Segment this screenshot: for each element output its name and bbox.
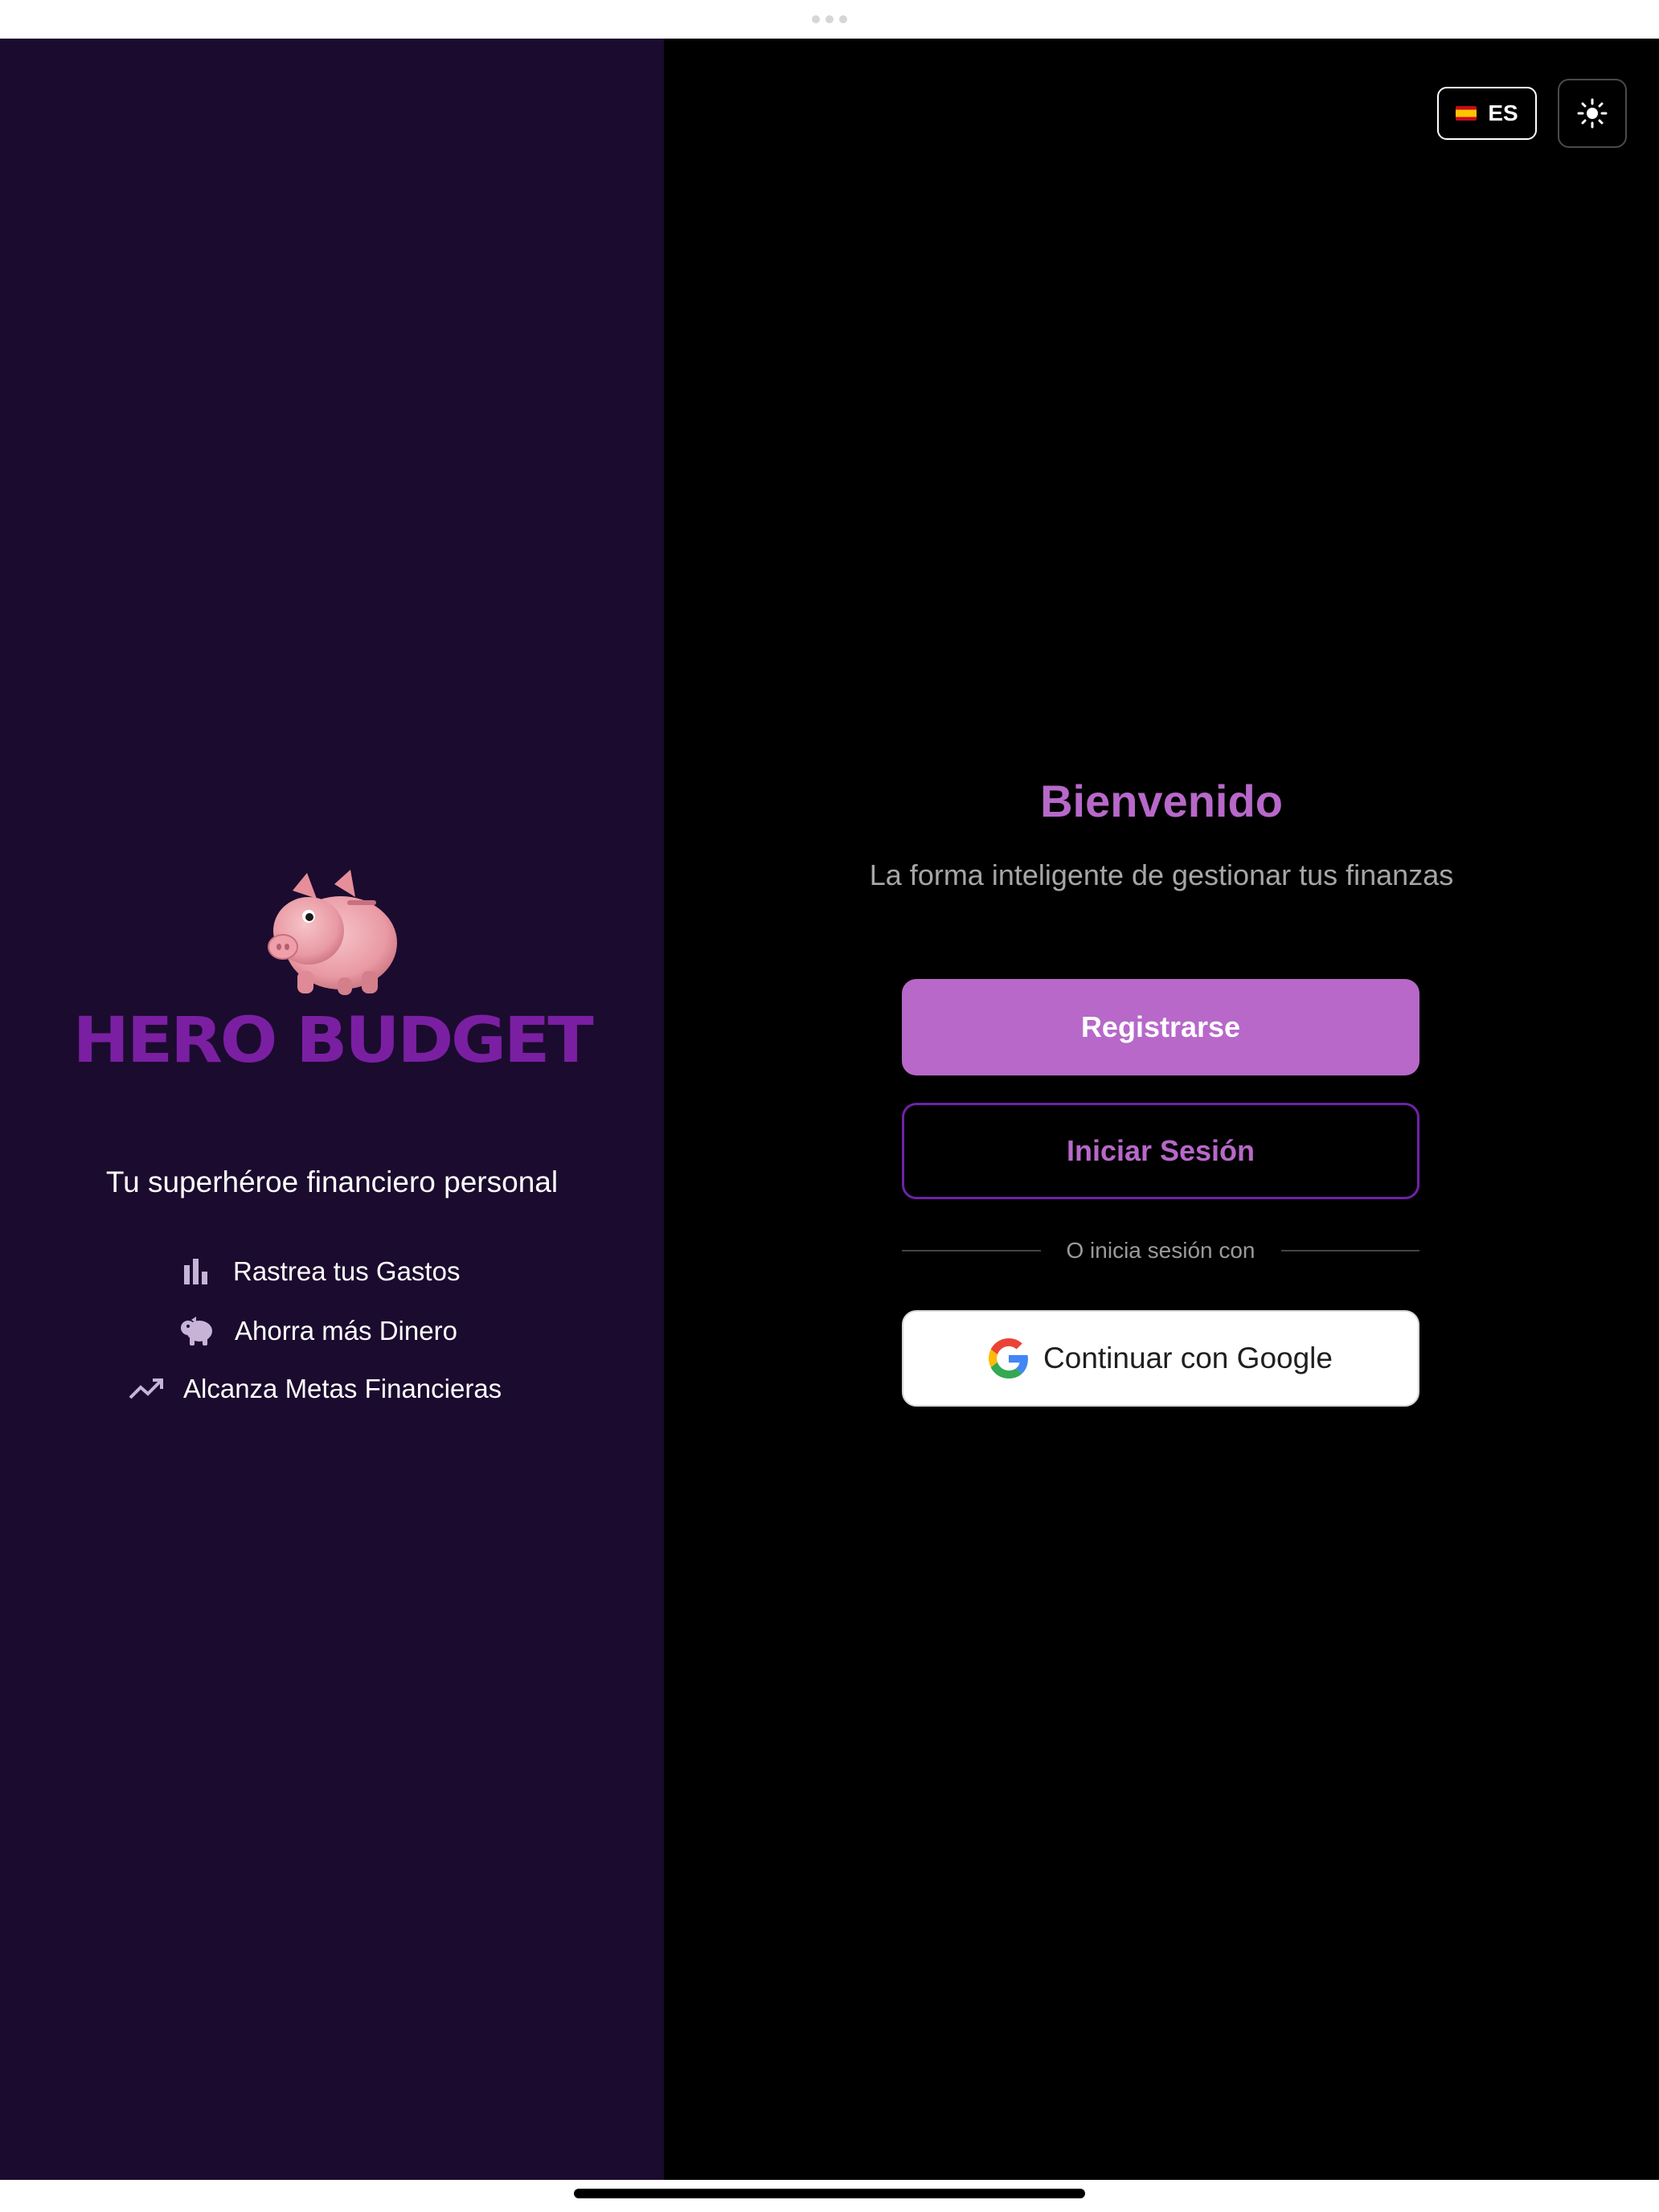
brand-tagline: Tu superhéroe financiero personal [105,1165,559,1198]
divider-line [902,1250,1041,1251]
google-logo-icon [989,1338,1028,1378]
feature-label: Ahorra más Dinero [235,1316,457,1346]
bar-chart-icon [178,1254,214,1289]
multitasking-dots-icon[interactable] [812,15,847,23]
sun-icon [1577,98,1608,129]
brand-wordmark: HERO BUDGET [72,1005,594,1077]
branding-panel [0,39,664,2180]
welcome-title: Bienvenido [1040,776,1283,826]
feature-label: Rastrea tus Gastos [233,1256,461,1286]
google-signin-button[interactable]: Continuar con Google [902,1310,1419,1407]
theme-toggle-button[interactable] [1558,79,1627,148]
home-indicator[interactable] [574,2189,1085,2198]
feature-item-reach-goals: Alcanza Metas Financieras [129,1371,502,1407]
piggy-bank-logo [268,870,397,995]
feature-item-save-money: Ahorra más Dinero [180,1313,457,1349]
status-bar [0,0,1659,39]
trending-up-icon [129,1371,164,1407]
divider-line [1280,1250,1420,1251]
welcome-subtitle: La forma inteligente de gestionar tus fi… [869,858,1454,891]
google-button-label: Continuar con Google [1043,1342,1333,1374]
language-code: ES [1488,100,1518,125]
login-button[interactable]: Iniciar Sesión [902,1103,1419,1199]
feature-label: Alcanza Metas Financieras [183,1374,502,1403]
language-selector-button[interactable]: ES [1437,87,1537,140]
divider-text: O inicia sesión con [1066,1238,1256,1263]
spain-flag-icon [1456,106,1477,121]
top-controls: ES [1437,79,1627,148]
divider: O inicia sesión con [902,1238,1420,1264]
register-button[interactable]: Registrarse [902,979,1419,1075]
piggy-bank-icon [180,1313,215,1349]
feature-item-track-expenses: Rastrea tus Gastos [178,1254,460,1289]
